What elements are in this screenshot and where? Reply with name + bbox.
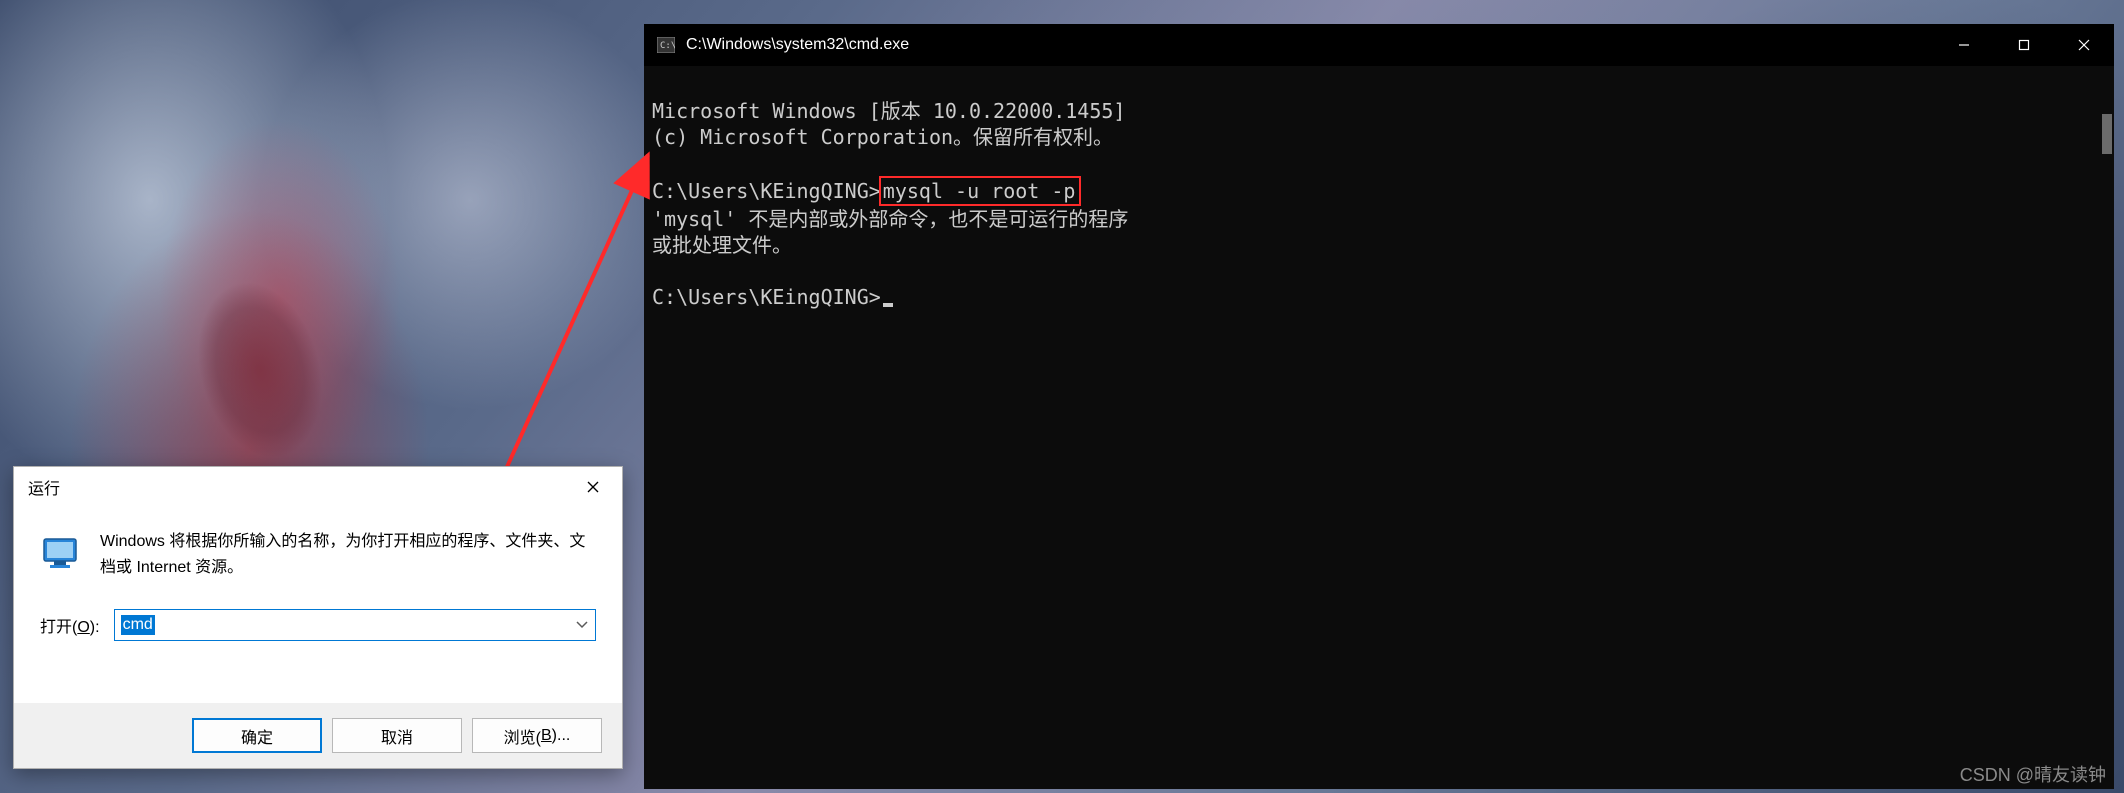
run-description: Windows 将根据你所输入的名称，为你打开相应的程序、文件夹、文档或 Int…: [100, 529, 596, 581]
cmd-prompt: C:\Users\KEingQING>: [652, 179, 881, 203]
run-body: Windows 将根据你所输入的名称，为你打开相应的程序、文件夹、文档或 Int…: [14, 507, 622, 641]
browse-button[interactable]: 浏览(B)...: [472, 718, 602, 753]
watermark: CSDN @晴友读钟: [1960, 761, 2106, 787]
cmd-error-line: 或批处理文件。: [652, 233, 792, 257]
minimize-button[interactable]: [1934, 24, 1994, 66]
open-label: 打开(O):: [40, 613, 100, 637]
text-cursor: [883, 303, 893, 307]
svg-text:C:\: C:\: [660, 41, 675, 51]
close-button[interactable]: [2054, 24, 2114, 66]
run-titlebar[interactable]: 运行: [14, 467, 622, 507]
scrollbar-thumb[interactable]: [2102, 114, 2112, 154]
cancel-button[interactable]: 取消: [332, 718, 462, 753]
open-combobox[interactable]: cmd: [114, 609, 596, 641]
run-icon: [40, 529, 82, 581]
chevron-down-icon[interactable]: [571, 610, 593, 640]
close-button[interactable]: [564, 467, 622, 507]
ok-button[interactable]: 确定: [192, 718, 322, 753]
cmd-error-line: 'mysql' 不是内部或外部命令，也不是可运行的程序: [652, 207, 1128, 231]
cmd-line: Microsoft Windows [版本 10.0.22000.1455]: [652, 99, 1125, 123]
maximize-button[interactable]: [1994, 24, 2054, 66]
cmd-titlebar[interactable]: C:\ C:\Windows\system32\cmd.exe: [644, 24, 2114, 66]
window-controls: [1934, 24, 2114, 66]
run-title: 运行: [28, 475, 60, 499]
cmd-prompt: C:\Users\KEingQING>: [652, 285, 881, 309]
run-dialog: 运行 Windows 将根据你所输入的名称，为你打开相应的程序、文件夹、文档或 …: [13, 466, 623, 769]
cmd-body[interactable]: Microsoft Windows [版本 10.0.22000.1455] (…: [644, 66, 2114, 789]
cmd-window: C:\ C:\Windows\system32\cmd.exe Microsof…: [644, 24, 2114, 789]
highlighted-command: mysql -u root -p: [879, 176, 1082, 206]
cmd-title: C:\Windows\system32\cmd.exe: [686, 36, 1934, 54]
run-footer: 确定 取消 浏览(B)...: [14, 703, 622, 768]
cmd-icon: C:\: [656, 35, 676, 55]
open-input-value: cmd: [121, 615, 155, 635]
cmd-line: (c) Microsoft Corporation。保留所有权利。: [652, 125, 1113, 149]
